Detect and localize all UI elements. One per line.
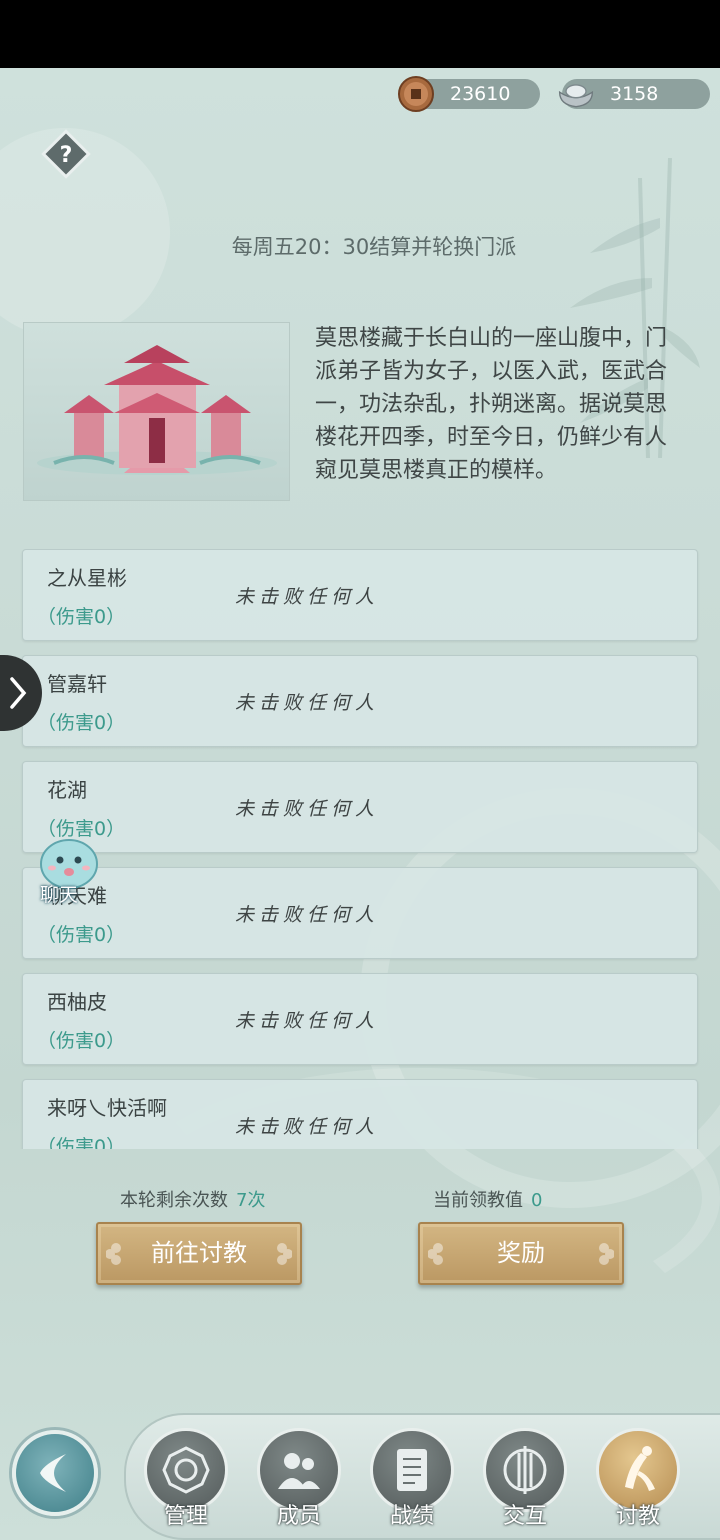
member-status: 未击败任何人 xyxy=(235,1116,380,1138)
silver-value: 3158 xyxy=(610,83,659,105)
chat-label[interactable]: 聊天 xyxy=(40,880,78,907)
schedule-text: 每周五20：30结算并轮换门派 xyxy=(231,235,517,259)
member-name: 之从星彬 xyxy=(47,566,127,590)
remaining-attempts: 本轮剩余次数 7次 xyxy=(120,1186,265,1212)
chevron-right-icon xyxy=(10,677,27,709)
challenge-points: 当前领教值 0 xyxy=(433,1186,542,1212)
go-challenge-button[interactable]: 前往讨教 xyxy=(96,1222,302,1285)
sect-image xyxy=(23,322,290,501)
flower-ornament-icon xyxy=(599,1243,614,1265)
reward-label: 奖励 xyxy=(497,1239,545,1267)
coin-value: 23610 xyxy=(450,83,511,105)
flower-ornament-icon xyxy=(106,1243,121,1265)
pavilion-illustration xyxy=(37,345,277,475)
game-screen: 23610 3158 ? 每周五20：30结算并轮换门派 莫思楼藏于长白山的一座… xyxy=(0,68,720,1540)
member-status: 未击败任何人 xyxy=(235,692,380,714)
nav-interact-label: 交互 xyxy=(502,1504,547,1529)
member-row[interactable]: 聊天难 （伤害0） 未击败任何人 xyxy=(22,867,698,959)
silver-counter[interactable]: 3158 xyxy=(558,79,710,109)
nav-interact[interactable]: 交互 xyxy=(479,1428,571,1529)
nav-records-label: 战绩 xyxy=(389,1504,434,1529)
points-value: 0 xyxy=(531,1190,543,1211)
member-damage: （伤害0） xyxy=(37,1030,126,1052)
remaining-label: 本轮剩余次数 xyxy=(120,1190,228,1211)
nav-members[interactable]: 成员 xyxy=(253,1428,345,1529)
back-button[interactable] xyxy=(12,1430,98,1516)
nav-manage[interactable]: 管理 xyxy=(140,1428,232,1529)
member-name: 西柚皮 xyxy=(47,990,107,1014)
side-panel-toggle[interactable] xyxy=(0,655,42,731)
remaining-value: 7次 xyxy=(236,1190,266,1211)
copper-coin-icon xyxy=(398,76,434,112)
sect-description: 莫思楼藏于长白山的一座山腹中，门派弟子皆为女子，以医入武，医武合一，功法杂乱，扑… xyxy=(315,326,668,483)
member-name: 来呀乀快活啊 xyxy=(47,1096,167,1120)
member-damage: （伤害0） xyxy=(37,924,126,946)
member-row[interactable]: 管嘉轩 （伤害0） 未击败任何人 xyxy=(22,655,698,747)
reward-button[interactable]: 奖励 xyxy=(418,1222,624,1285)
member-row[interactable]: 之从星彬 （伤害0） 未击败任何人 xyxy=(22,549,698,641)
member-row[interactable]: 来呀乀快活啊 （伤害0） 未击败任何人 xyxy=(22,1079,698,1149)
member-list[interactable]: 之从星彬 （伤害0） 未击败任何人 管嘉轩 （伤害0） 未击败任何人 花湖 （伤… xyxy=(0,549,720,1149)
coin-counter[interactable]: 23610 xyxy=(398,76,540,112)
member-status: 未击败任何人 xyxy=(235,904,380,926)
member-damage: （伤害0） xyxy=(37,606,126,628)
member-name: 管嘉轩 xyxy=(47,672,107,696)
help-button[interactable]: ? xyxy=(40,128,92,180)
member-status: 未击败任何人 xyxy=(235,798,380,820)
nav-members-label: 成员 xyxy=(276,1504,321,1529)
member-row[interactable]: 西柚皮 （伤害0） 未击败任何人 xyxy=(22,973,698,1065)
nav-challenge[interactable]: 讨教 xyxy=(592,1428,684,1529)
nav-manage-label: 管理 xyxy=(163,1504,208,1529)
member-damage: （伤害0） xyxy=(37,712,126,734)
points-label: 当前领教值 xyxy=(433,1190,523,1211)
member-name: 花湖 xyxy=(47,778,87,802)
member-status: 未击败任何人 xyxy=(235,586,380,608)
member-status: 未击败任何人 xyxy=(235,1010,380,1032)
go-challenge-label: 前往讨教 xyxy=(151,1239,247,1267)
nav-challenge-label: 讨教 xyxy=(615,1504,660,1529)
flower-ornament-icon xyxy=(277,1243,292,1265)
nav-records[interactable]: 战绩 xyxy=(366,1428,458,1529)
member-damage: （伤害0） xyxy=(37,1136,126,1149)
flower-ornament-icon xyxy=(428,1243,443,1265)
silver-ingot-icon xyxy=(558,84,594,108)
back-arrow-icon xyxy=(40,1454,66,1492)
help-label: ? xyxy=(60,143,73,168)
member-row[interactable]: 花湖 （伤害0） 未击败任何人 xyxy=(22,761,698,853)
